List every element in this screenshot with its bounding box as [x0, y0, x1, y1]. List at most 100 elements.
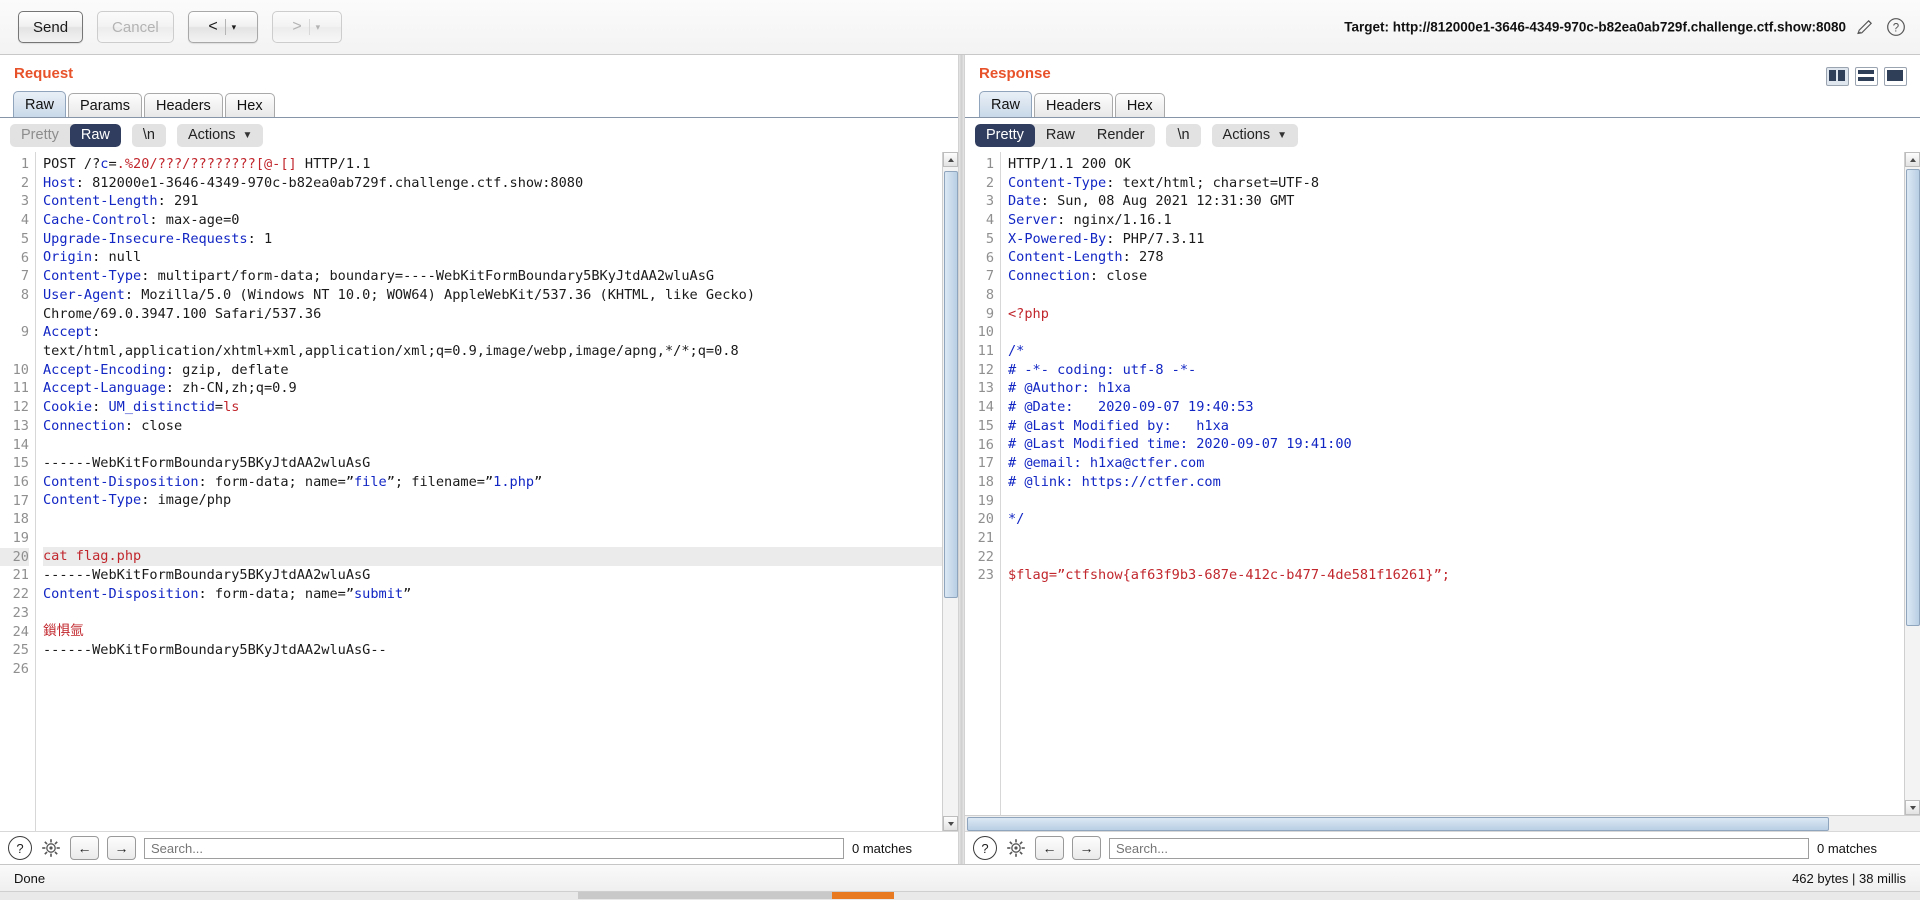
- response-view-mode-group: Pretty Raw Render: [975, 123, 1156, 147]
- line-number: 17: [977, 455, 994, 472]
- response-search-prev-button[interactable]: ←: [1035, 836, 1064, 860]
- layout-horizontal-split-icon[interactable]: [1855, 67, 1878, 86]
- tab-response-hex[interactable]: Hex: [1114, 93, 1165, 117]
- response-search-bar: ? ← → 0 matches: [965, 831, 1920, 864]
- response-pane: Response Raw Headers Hex Pretty Raw Rend…: [965, 55, 1920, 864]
- code-line: Date: Sun, 08 Aug 2021 12:31:30 GMT: [1008, 193, 1295, 210]
- response-settings-gear-icon[interactable]: [1005, 837, 1027, 859]
- line-number: 1: [985, 156, 994, 172]
- code-line: Server: nginx/1.16.1: [1008, 212, 1172, 229]
- cancel-button[interactable]: Cancel: [97, 11, 174, 43]
- code-line: ------WebKitFormBoundary5BKyJtdAA2wluAsG: [43, 567, 371, 584]
- line-number: 19: [12, 530, 29, 547]
- request-match-count: 0 matches: [852, 840, 912, 856]
- send-button[interactable]: Send: [18, 11, 84, 43]
- line-number: 15: [12, 455, 29, 472]
- scroll-thumb[interactable]: [944, 171, 958, 598]
- line-number: 9: [20, 324, 29, 341]
- response-actions-button[interactable]: Actions ▼: [1211, 123, 1299, 147]
- request-search-next-button[interactable]: →: [107, 836, 136, 860]
- response-pane-header: Response Raw Headers Hex: [965, 55, 1920, 117]
- request-search-prev-button[interactable]: ←: [70, 836, 99, 860]
- request-code-area[interactable]: 12345678 9 10 11 12 13 14 15 16 17 18 19 20 21 22 23 2…: [0, 152, 958, 831]
- code-line: # @Last Modified by: h1xa: [1008, 417, 1229, 434]
- response-editor-toolbar: Pretty Raw Render \n Actions ▼: [965, 118, 1920, 152]
- layout-vertical-split-icon[interactable]: [1826, 67, 1849, 86]
- request-help-icon[interactable]: ?: [8, 836, 32, 860]
- code-line: Cookie: UM_distinctid=ls: [43, 398, 240, 415]
- toolbar-icon-group: ?: [1855, 17, 1906, 37]
- line-number: 13: [12, 417, 29, 434]
- code-line: # @email: h1xa@ctfer.com: [1008, 455, 1205, 471]
- scroll-up-icon[interactable]: [943, 152, 958, 167]
- line-number: 7: [20, 268, 29, 285]
- pencil-icon[interactable]: [1855, 17, 1875, 37]
- code-line: Host: 812000e1-3646-4349-970c-b82ea0ab72…: [43, 174, 584, 191]
- tab-response-headers[interactable]: Headers: [1034, 93, 1113, 117]
- request-search-input[interactable]: [144, 837, 844, 859]
- actions-label: Actions: [1222, 127, 1271, 143]
- request-pretty-button[interactable]: Pretty: [10, 124, 70, 147]
- scroll-thumb[interactable]: [1906, 169, 1920, 626]
- code-line: Upgrade-Insecure-Requests: 1: [43, 230, 273, 247]
- line-number: 11: [12, 380, 29, 397]
- line-number: 20: [0, 547, 29, 567]
- scroll-down-icon[interactable]: [943, 816, 958, 831]
- tab-request-params[interactable]: Params: [68, 93, 142, 117]
- response-help-icon[interactable]: ?: [973, 836, 997, 860]
- code-line: # @Author: h1xa: [1008, 380, 1131, 397]
- line-number: 6: [20, 249, 29, 266]
- request-settings-gear-icon[interactable]: [40, 837, 62, 859]
- forward-button[interactable]: > ▾: [271, 11, 342, 43]
- scroll-down-icon[interactable]: [1905, 800, 1920, 815]
- response-raw-button[interactable]: Raw: [1035, 124, 1086, 147]
- tab-request-hex[interactable]: Hex: [224, 93, 275, 117]
- response-search-next-button[interactable]: →: [1072, 836, 1101, 860]
- code-line: # -*- coding: utf-8 -*-: [1008, 361, 1197, 378]
- chevron-down-icon: ▼: [242, 129, 253, 141]
- scroll-up-icon[interactable]: [1905, 152, 1920, 167]
- request-raw-button[interactable]: Raw: [69, 123, 121, 147]
- code-line: # @Date: 2020-09-07 19:40:53: [1008, 398, 1254, 415]
- request-search-bar: ? ← → 0 matches: [0, 831, 958, 864]
- response-search-input[interactable]: [1109, 837, 1809, 859]
- back-button[interactable]: < ▾: [187, 11, 258, 43]
- tab-request-raw[interactable]: Raw: [13, 91, 67, 117]
- response-vertical-scrollbar[interactable]: [1904, 152, 1920, 815]
- request-tabs: Raw Params Headers Hex: [13, 91, 277, 117]
- line-number: 14: [977, 399, 994, 416]
- response-code-area[interactable]: 1 2 3 4 5 6 7 8 9 10 11 12 13 14 15 16 17 18 19 20 21 22 23 HT…: [965, 152, 1920, 815]
- code-line: <?php: [1008, 305, 1049, 322]
- response-match-count: 0 matches: [1817, 840, 1877, 856]
- question-icon[interactable]: ?: [1886, 17, 1906, 37]
- status-bar: Done 462 bytes | 38 millis: [0, 864, 1920, 891]
- scroll-thumb[interactable]: [967, 817, 1829, 831]
- scroll-track[interactable]: [943, 167, 958, 816]
- code-line: Connection: close: [43, 417, 183, 434]
- tab-label: Hex: [236, 97, 263, 114]
- line-number: 7: [985, 268, 994, 285]
- response-pretty-button[interactable]: Pretty: [975, 123, 1035, 147]
- request-vertical-scrollbar[interactable]: [942, 152, 958, 831]
- progress-segment-orange: [832, 892, 894, 899]
- pane-divider[interactable]: [958, 55, 965, 864]
- response-newline-button[interactable]: \n: [1166, 123, 1201, 147]
- response-render-button[interactable]: Render: [1086, 124, 1156, 147]
- response-code-text[interactable]: HTTP/1.1 200 OK Content-Type: text/html; …: [1001, 152, 1904, 815]
- tab-request-headers[interactable]: Headers: [143, 93, 223, 117]
- request-actions-button[interactable]: Actions ▼: [176, 123, 264, 147]
- code-line: 鎻惧氩: [43, 623, 84, 640]
- layout-single-pane-icon[interactable]: [1884, 67, 1907, 86]
- response-horizontal-scrollbar[interactable]: [965, 815, 1920, 831]
- line-number: 24: [12, 623, 29, 640]
- request-newline-button[interactable]: \n: [131, 123, 166, 147]
- tab-label: Headers: [155, 97, 211, 114]
- line-number: 2: [20, 174, 29, 191]
- code-line: $flag=”ctfshow{af63f9b3-687e-412c-b477-4…: [1008, 567, 1450, 584]
- code-line: Cache-Control: max-age=0: [43, 212, 240, 229]
- request-code-text[interactable]: POST /?c=.%20/???/????????[@-[] HTTP/1.1…: [36, 152, 942, 831]
- tab-response-raw[interactable]: Raw: [979, 91, 1033, 117]
- scroll-track[interactable]: [1905, 167, 1920, 800]
